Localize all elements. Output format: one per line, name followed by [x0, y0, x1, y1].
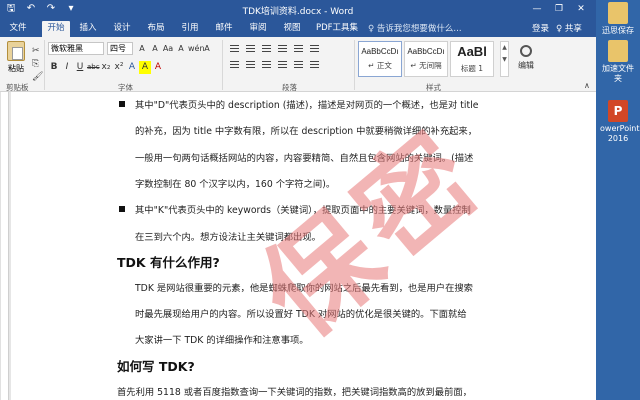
cut-icon[interactable]: ✂	[32, 45, 43, 58]
highlight-button[interactable]: A	[139, 61, 151, 74]
body-line: TDK 是网站很重要的元素，他是蜘蛛爬取你的网站之后最先看到，也是用户在搜索	[135, 283, 473, 294]
title-bar: 🖫 ↶ ↷ ▾ TDK培训资料.docx - Word — ❐ ✕	[0, 0, 596, 19]
window-controls: — ❐ ✕	[526, 0, 592, 19]
collapse-ribbon-icon[interactable]: ∧	[584, 81, 590, 90]
tab-view[interactable]: 视图	[280, 21, 304, 37]
grow-font-icon[interactable]: A	[136, 43, 148, 55]
restore-button[interactable]: ❐	[548, 0, 570, 19]
tab-references[interactable]: 引用	[178, 21, 202, 37]
heading-how-to-write: 如何写 TDK?	[117, 359, 195, 374]
underline-button[interactable]: U	[74, 61, 86, 74]
font-tools-row2: B I U abc x₂ x² A A A	[48, 61, 164, 74]
desktop-folder[interactable]: 加速文件夹	[600, 40, 636, 84]
group-divider	[222, 40, 223, 90]
paragraph-tools	[228, 43, 321, 71]
body-line: 大家讲一下 TDK 的详细操作和注意事项。	[135, 335, 309, 346]
body-line: 时最先展现给用户的内容。所以设置好 TDK 对网站的优化是很关键的。下面就给	[135, 309, 467, 320]
phonetic-guide-icon[interactable]: wén	[188, 43, 205, 55]
increase-indent-icon[interactable]	[292, 43, 305, 55]
desktop-strip: 迅思保存 加速文件夹 P owerPoint 2016	[596, 0, 640, 400]
tell-me-search[interactable]: ♀ 告诉我您想要做什么...	[368, 22, 462, 34]
align-left-icon[interactable]	[228, 59, 241, 71]
bullet-marker	[119, 101, 125, 107]
folder-icon	[608, 40, 628, 62]
editing-button[interactable]: 编辑	[514, 45, 538, 71]
body-line: 首先利用 5118 或者百度指数查询一下关键词的指数，把关键词指数高的放到最前面…	[117, 387, 472, 398]
decrease-indent-icon[interactable]	[276, 43, 289, 55]
italic-button[interactable]: I	[61, 61, 73, 74]
line-spacing-icon[interactable]	[292, 59, 305, 71]
copy-icon[interactable]: ⎘	[32, 58, 43, 71]
ribbon: 粘贴 ✂ ⎘ 🖌 剪贴板 微软雅黑 四号 A A Aa A wén A B I …	[0, 37, 596, 92]
align-center-icon[interactable]	[244, 59, 257, 71]
group-divider	[44, 40, 45, 90]
tab-review[interactable]: 审阅	[246, 21, 270, 37]
font-color-button[interactable]: A	[152, 61, 164, 74]
styles-more-button[interactable]: ▲ ▼	[500, 41, 509, 77]
format-painter-icon[interactable]: 🖌	[32, 71, 43, 84]
share-button[interactable]: ♀ 共享	[556, 22, 582, 34]
tab-home[interactable]: 开始	[42, 21, 70, 37]
document-page[interactable]: 其中"D"代表页头中的 description (描述)，描述是对网页的一个概述…	[11, 92, 596, 400]
tab-file[interactable]: 文件	[6, 21, 30, 37]
body-line: 的补充，因为 title 中字数有限，所以在 description 中就要稍微…	[135, 126, 478, 137]
justify-icon[interactable]	[276, 59, 289, 71]
search-icon	[520, 45, 532, 57]
bullets-icon[interactable]	[228, 43, 241, 55]
word-window: 🖫 ↶ ↷ ▾ TDK培训资料.docx - Word — ❐ ✕ 文件 开始 …	[0, 0, 596, 400]
powerpoint-icon: P	[608, 100, 628, 122]
close-button[interactable]: ✕	[570, 0, 592, 19]
align-right-icon[interactable]	[260, 59, 273, 71]
tab-mailings[interactable]: 邮件	[212, 21, 236, 37]
heading-tdk-purpose: TDK 有什么作用?	[117, 255, 220, 270]
clipboard-small-tools: ✂ ⎘ 🖌	[32, 45, 43, 84]
style-normal[interactable]: AaBbCcDı ↵ 正文	[358, 41, 402, 77]
style-heading-1[interactable]: AaBl 标题 1	[450, 41, 494, 77]
clear-format-icon[interactable]: A	[175, 43, 187, 55]
minimize-button[interactable]: —	[526, 0, 548, 19]
vertical-ruler[interactable]	[0, 92, 9, 400]
numbering-icon[interactable]	[244, 43, 257, 55]
body-line: 其中"K"代表页头中的 keywords（关键词），提取页面中的主要关键词，数量…	[135, 205, 471, 216]
shrink-font-icon[interactable]: A	[149, 43, 161, 55]
bullet-marker	[119, 206, 125, 212]
tab-design[interactable]: 设计	[110, 21, 134, 37]
strikethrough-button[interactable]: abc	[87, 61, 100, 74]
clipboard-icon	[7, 41, 25, 61]
group-divider	[354, 40, 355, 90]
desktop-powerpoint[interactable]: P owerPoint 2016	[600, 100, 640, 144]
subscript-button[interactable]: x₂	[100, 61, 112, 74]
char-border-icon[interactable]: A	[201, 43, 213, 55]
body-line: 在三到六个内。想方设法让主关键词都出现。	[135, 232, 321, 243]
ribbon-tabs: 文件 开始 插入 设计 布局 引用 邮件 审阅 视图 PDF工具集 ♀ 告诉我您…	[0, 19, 596, 37]
sort-icon[interactable]	[308, 43, 321, 55]
font-name-select[interactable]: 微软雅黑	[48, 42, 104, 55]
paste-button[interactable]: 粘贴	[4, 41, 28, 74]
body-line: 其中"D"代表页头中的 description (描述)，描述是对网页的一个概述…	[135, 100, 479, 111]
tab-layout[interactable]: 布局	[144, 21, 168, 37]
style-no-spacing[interactable]: AaBbCcDı ↵ 无间隔	[404, 41, 448, 77]
change-case-icon[interactable]: Aa	[162, 43, 174, 55]
body-line: 一般用一句两句话概括网站的内容，内容要精简、自然且包含网站的关键词。(描述	[135, 153, 474, 164]
multilevel-list-icon[interactable]	[260, 43, 273, 55]
superscript-button[interactable]: x²	[113, 61, 125, 74]
styles-gallery: AaBbCcDı ↵ 正文 AaBbCcDı ↵ 无间隔 AaBl 标题 1	[358, 41, 494, 77]
desktop-shortcut[interactable]: 迅思保存	[600, 2, 636, 36]
shading-icon[interactable]	[308, 59, 321, 71]
bold-button[interactable]: B	[48, 61, 60, 74]
body-line: 字数控制在 80 个汉字以内，160 个字符之间)。	[135, 179, 336, 190]
tab-insert[interactable]: 插入	[76, 21, 100, 37]
app-icon	[608, 2, 628, 24]
font-size-select[interactable]: 四号	[107, 42, 133, 55]
login-link[interactable]: 登录	[532, 22, 549, 34]
document-title: TDK培训资料.docx - Word	[242, 7, 354, 17]
tab-pdf-tools[interactable]: PDF工具集	[312, 21, 362, 37]
font-tools-row1: A A Aa A wén A	[136, 43, 213, 55]
text-effects-button[interactable]: A	[126, 61, 138, 74]
